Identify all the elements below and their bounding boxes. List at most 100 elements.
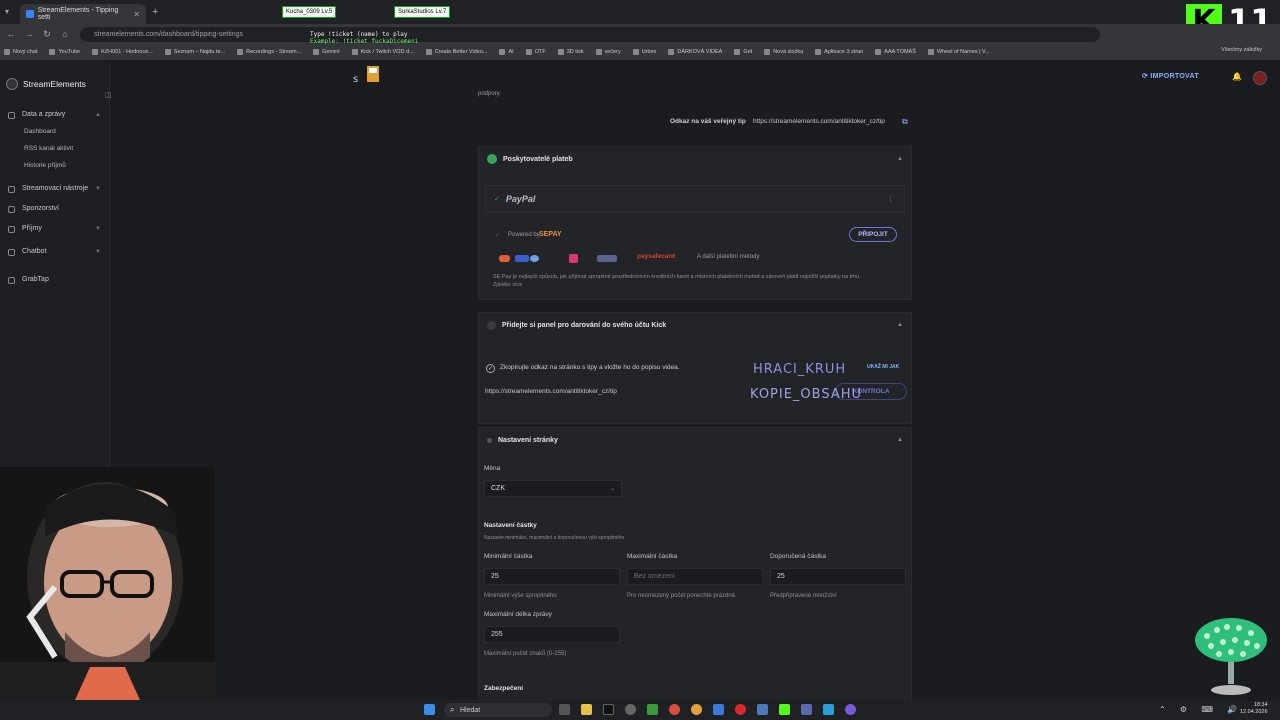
panel-title: Přidejte si panel pro darování do svého …: [502, 321, 667, 329]
show-me-link[interactable]: UKAŽ MI JAK: [867, 364, 899, 370]
task-view-icon[interactable]: [559, 704, 570, 715]
public-tip-link[interactable]: https://streamelements.com/antitiktoker_…: [753, 118, 885, 125]
chrome-active-icon[interactable]: [691, 704, 702, 715]
tab-menu-icon[interactable]: ▾: [5, 7, 15, 17]
app-icon[interactable]: [801, 704, 812, 715]
sepay-logo: SEPAY: [539, 231, 562, 238]
tiktok-icon[interactable]: [603, 704, 614, 715]
opera-icon[interactable]: [735, 704, 746, 715]
bookmark-item[interactable]: AI: [499, 49, 514, 55]
chevron-up-icon[interactable]: ▲: [897, 156, 903, 162]
brand-logo[interactable]: StreamElements: [0, 62, 109, 106]
paysafecard-logo: paysafecard: [637, 253, 675, 260]
taskbar-clock[interactable]: 18:34 12.04.2026: [1240, 702, 1268, 716]
bookmark-item[interactable]: večery: [595, 49, 621, 55]
message-length-hint: Maximální počet znaků (0-255): [484, 651, 567, 657]
bookmark-item[interactable]: Seznam – Najdu te...: [164, 49, 225, 55]
max-amount-input[interactable]: Bez omezení: [627, 568, 763, 585]
sidebar-item-dashboard[interactable]: Dashboard: [0, 123, 109, 140]
chevron-up-icon: ▲: [95, 111, 101, 118]
app-icon[interactable]: [757, 704, 768, 715]
bookmark-item[interactable]: Urbex: [632, 49, 656, 55]
bookmark-item[interactable]: 3D tisk: [557, 49, 584, 55]
bookmark-label: Gemini: [322, 49, 340, 55]
sidebar-group-chatbot[interactable]: Chatbot ▼: [0, 243, 109, 260]
close-tab-icon[interactable]: ✕: [133, 10, 140, 19]
public-tip-label: Odkaz na váš veřejný tip: [670, 118, 746, 125]
bookmark-item[interactable]: Create Better Video...: [425, 49, 487, 55]
new-tab-icon[interactable]: +: [152, 6, 158, 18]
chrome-icon[interactable]: [669, 704, 680, 715]
bookmark-item[interactable]: KZH001 - Hodnoce...: [92, 49, 153, 55]
settings-panel-header[interactable]: Nastavení stránky ▲: [479, 428, 911, 452]
app-icon[interactable]: [845, 704, 856, 715]
bookmark-item[interactable]: Grit: [734, 49, 752, 55]
recommended-amount-input[interactable]: 25: [770, 568, 906, 585]
chevron-up-icon[interactable]: ▲: [897, 437, 903, 443]
connect-button[interactable]: PŘIPOJIT: [849, 227, 897, 242]
payment-method-icon: [597, 255, 617, 262]
bookmark-folder-icon: [557, 49, 564, 55]
all-bookmarks-button[interactable]: Všechny záložky: [1221, 47, 1262, 53]
sidebar-item-revenue-history[interactable]: Historie příjmů: [0, 157, 109, 174]
payment-method-icon: [569, 254, 578, 263]
sidebar-group-streaming-tools[interactable]: Streamovací nástroje ▼: [0, 180, 109, 197]
sidebar-item-rss[interactable]: RSS kanál aktivit: [0, 140, 109, 157]
min-amount-input[interactable]: 25: [484, 568, 620, 585]
bookmark-folder-icon: [668, 49, 675, 55]
import-button[interactable]: ⟳ IMPORTOVAT: [1142, 72, 1199, 80]
stream-user-bar: SurkaStudios Lv.7: [394, 6, 451, 18]
powered-by-label: Powered by: [508, 232, 540, 238]
bookmark-item[interactable]: YouTube: [49, 49, 80, 55]
bell-icon[interactable]: 🔔: [1232, 72, 1242, 81]
bookmark-item[interactable]: Nový chat: [4, 49, 37, 55]
sidebar-group-revenue[interactable]: Příjmy ▼: [0, 220, 109, 237]
bookmark-item[interactable]: Gemini: [313, 49, 340, 55]
bookmark-item[interactable]: OTF: [525, 49, 546, 55]
status-dot-icon: [487, 154, 497, 164]
bookmark-folder-icon: [875, 49, 882, 55]
max-amount-hint: Pro neomezený počet ponechte prázdné.: [627, 593, 737, 599]
message-length-input[interactable]: 255: [484, 626, 620, 643]
sidebar-group-sponsorship[interactable]: Sponzorství: [0, 200, 109, 217]
taskbar-search[interactable]: Hledat: [444, 703, 552, 717]
sepay-description-text: SE.Pay je nejlepší způsob, jak přijímat …: [493, 274, 861, 280]
bookmark-folder-icon: [734, 49, 741, 55]
xbox-icon[interactable]: [647, 704, 658, 715]
bookmarks-bar: Nový chat YouTube KZH001 - Hodnoce... Sezna…: [0, 44, 1280, 60]
sidebar-group-grabtap[interactable]: GrabTap: [0, 271, 109, 288]
bookmark-item[interactable]: Nová složka: [764, 49, 803, 55]
learn-more-link[interactable]: Zjistěte více: [493, 282, 522, 288]
chevron-up-icon[interactable]: ▲: [897, 322, 903, 328]
trophy-cup-icon: [1195, 618, 1267, 695]
bookmark-item[interactable]: Aplikace 3 stran: [815, 49, 863, 55]
copy-icon[interactable]: ⧉: [902, 117, 908, 127]
currency-select[interactable]: CZK ⌄: [484, 480, 622, 497]
windows-start-icon[interactable]: [424, 704, 435, 715]
avatar[interactable]: [1253, 71, 1267, 85]
payment-panel-header[interactable]: Poskytovatelé plateb ▲: [479, 147, 911, 171]
kick-panel-header[interactable]: Přidejte si panel pro darování do svého …: [479, 313, 911, 337]
home-icon[interactable]: ⌂: [58, 29, 72, 39]
bookmark-folder-icon: [164, 49, 171, 55]
file-explorer-icon[interactable]: [581, 704, 592, 715]
bookmark-item[interactable]: Kick / Twitch VOD d...: [351, 49, 414, 55]
forward-icon[interactable]: →: [22, 29, 36, 39]
settings-gear-icon[interactable]: [625, 704, 636, 715]
back-icon[interactable]: ←: [4, 29, 18, 39]
browser-tab[interactable]: StreamElements - Tipping setti ✕: [20, 4, 146, 24]
system-tray-icons[interactable]: ⌃ ⚙ ⌨ 🔊: [1159, 705, 1243, 714]
bookmark-item[interactable]: AAA TOMÁŠ: [875, 49, 916, 55]
bookmark-item[interactable]: Wheel of Names | V...: [927, 49, 990, 55]
more-options-icon[interactable]: ⋮: [887, 195, 894, 203]
sidebar-group-data[interactable]: Data a zprávy ▲: [0, 106, 109, 123]
kick-app-icon[interactable]: [779, 704, 790, 715]
app-icon[interactable]: [713, 704, 724, 715]
bookmark-item[interactable]: Recordings - Stream...: [237, 49, 301, 55]
telegram-icon[interactable]: [823, 704, 834, 715]
url-input[interactable]: streamelements.com/dashboard/tipping-set…: [80, 26, 1100, 42]
bookmark-label: Aplikace 3 stran: [824, 49, 864, 55]
bookmark-item[interactable]: DÁRKOVÁ VIDEA: [668, 49, 722, 55]
reload-icon[interactable]: ↻: [40, 29, 54, 40]
kick-url-field[interactable]: https://streamelements.com/antitiktoker_…: [485, 383, 745, 400]
